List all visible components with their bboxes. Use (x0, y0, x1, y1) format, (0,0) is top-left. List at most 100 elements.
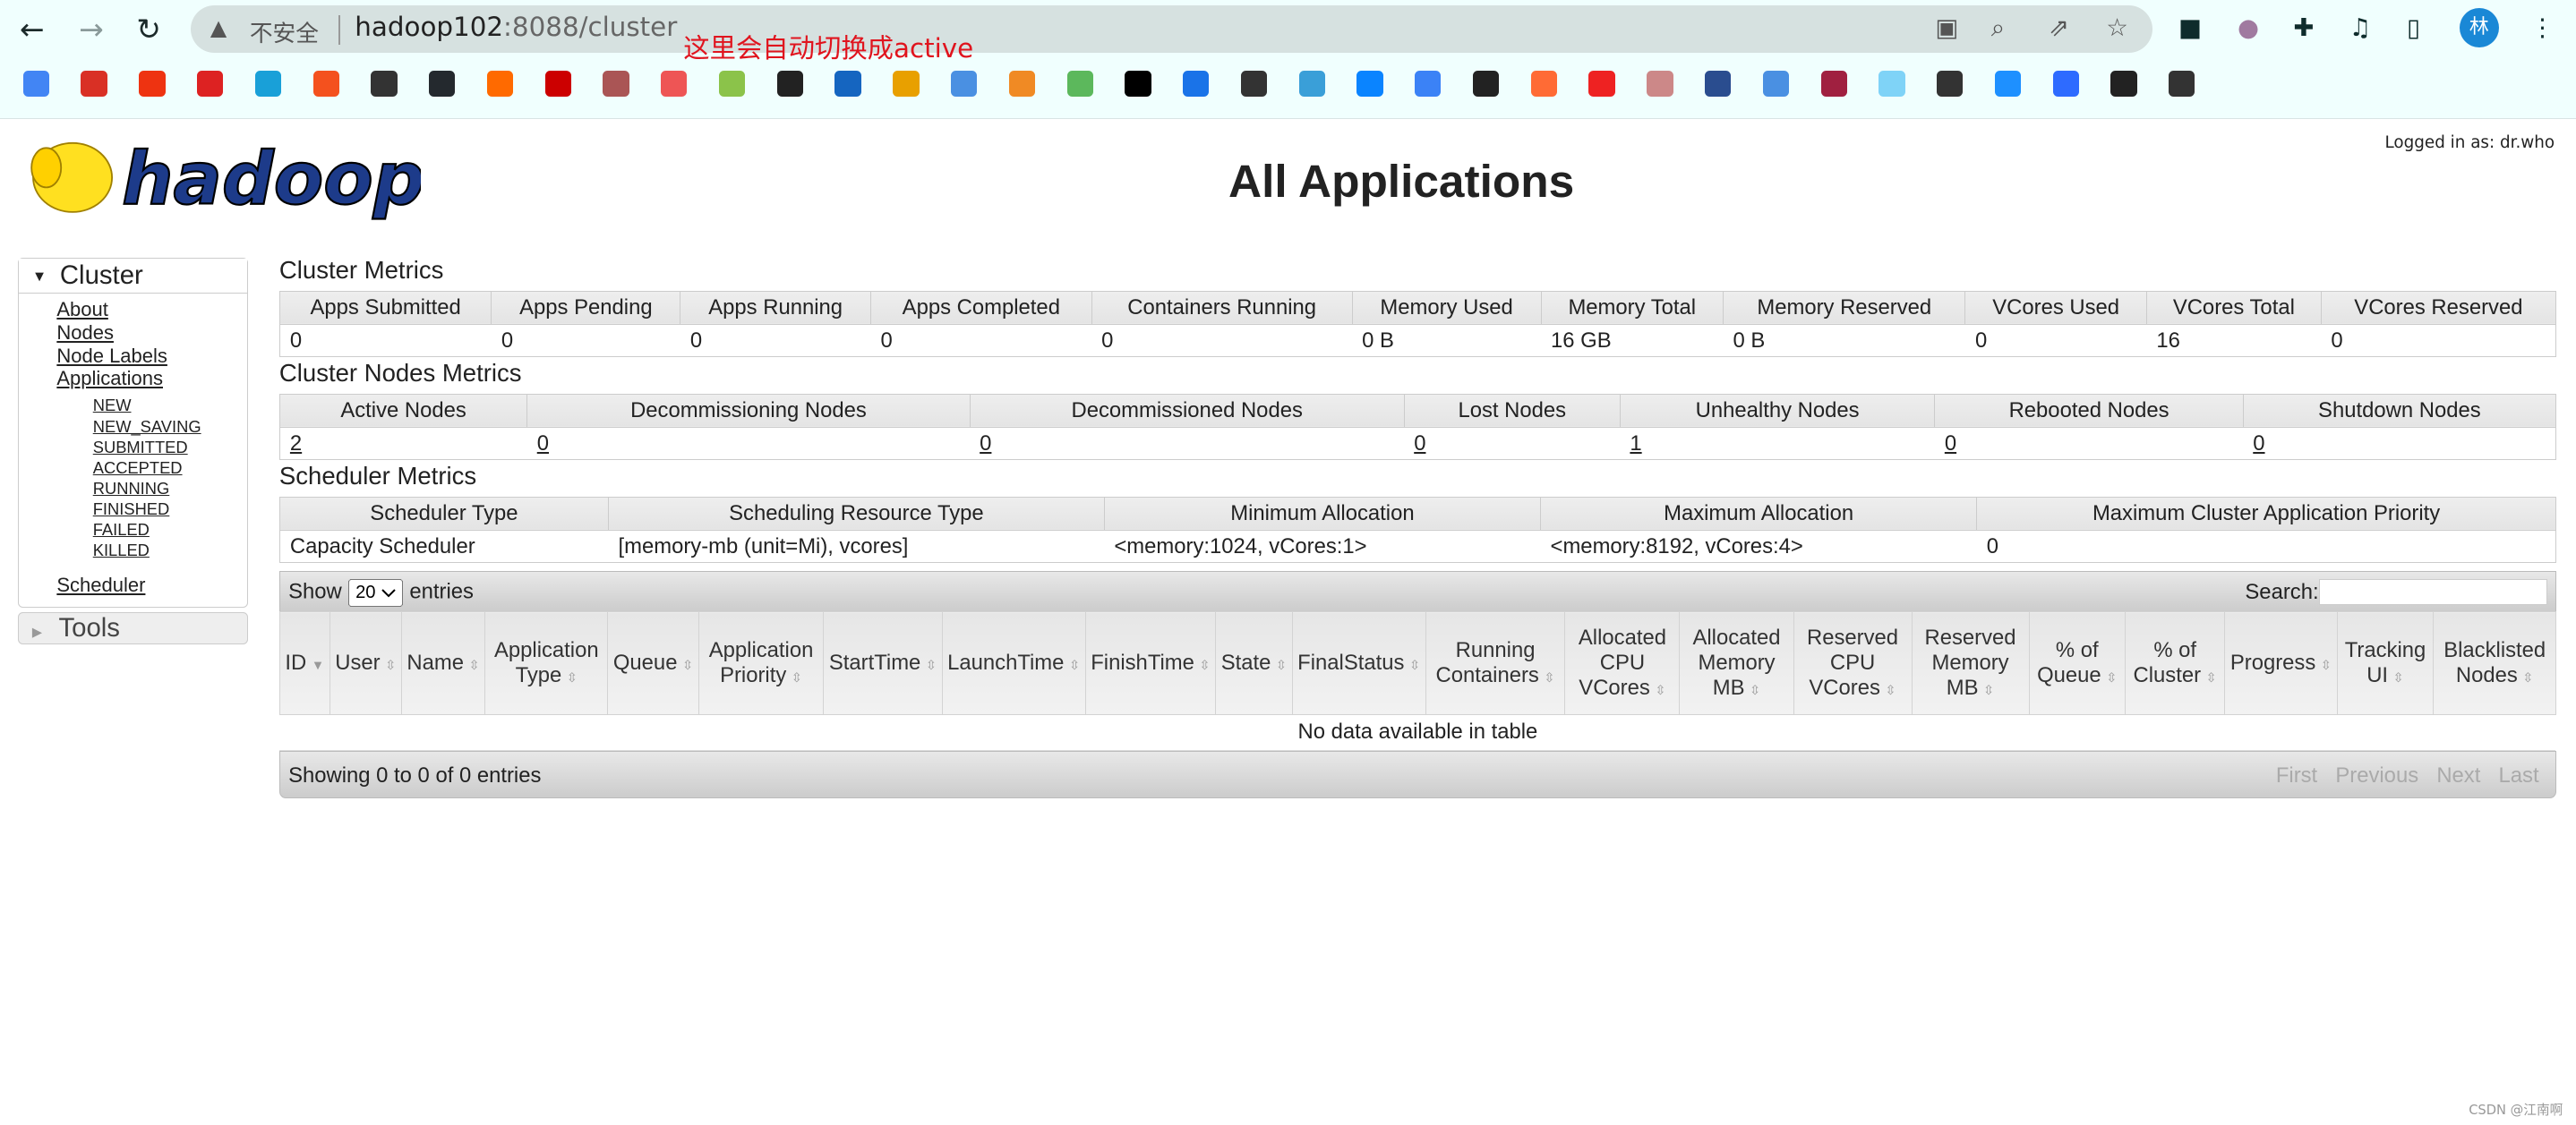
bookmark-icon[interactable] (1008, 70, 1036, 98)
column-header[interactable]: Running Containers ⇳ (1425, 611, 1566, 715)
metric-link[interactable]: 2 (290, 431, 302, 456)
column-header[interactable]: Allocated Memory MB ⇳ (1679, 611, 1794, 715)
bookmark-icon[interactable] (1472, 70, 1500, 98)
column-header[interactable]: ID ▼ (278, 611, 330, 715)
column-header[interactable]: StartTime ⇳ (823, 611, 943, 715)
sidebar-link-scheduler[interactable]: Scheduler (56, 574, 247, 597)
column-header[interactable]: Application Type ⇳ (484, 611, 609, 715)
forward-icon[interactable]: → (79, 12, 104, 47)
app-state-new[interactable]: NEW (93, 395, 247, 415)
bookmark-icon[interactable] (2110, 70, 2137, 98)
column-header[interactable]: FinishTime ⇳ (1084, 611, 1217, 715)
puzzle-icon[interactable]: ✚ (2293, 13, 2314, 42)
bookmark-icon[interactable] (1066, 70, 1093, 98)
bookmark-icon[interactable] (254, 70, 282, 98)
bookmark-icon[interactable] (429, 70, 456, 98)
column-header[interactable]: Name ⇳ (400, 611, 486, 715)
bookmark-icon[interactable] (661, 70, 688, 98)
bookmark-icon[interactable] (834, 70, 861, 98)
share-icon[interactable]: ⇗ (2049, 13, 2069, 42)
bookmark-icon[interactable] (2169, 70, 2195, 98)
bookmark-icon[interactable] (1588, 70, 1615, 98)
bookmark-icon[interactable] (776, 70, 804, 98)
bookmark-icon[interactable] (893, 70, 920, 98)
metric-link[interactable]: 1 (1630, 431, 1641, 456)
pager-first[interactable]: First (2276, 763, 2317, 788)
bookmark-icon[interactable] (2052, 70, 2079, 98)
metric-link[interactable]: 0 (980, 431, 991, 456)
tools-section-toggle[interactable]: ▶ Tools (18, 612, 249, 645)
reload-icon[interactable]: ↻ (136, 12, 161, 47)
sidebar-link-nodes[interactable]: Nodes (56, 321, 247, 345)
pager-next[interactable]: Next (2436, 763, 2480, 788)
metric-link[interactable]: 0 (2253, 431, 2264, 456)
app-state-running[interactable]: RUNNING (93, 478, 247, 499)
sidebar-link-node-labels[interactable]: Node Labels (56, 345, 247, 368)
pager-last[interactable]: Last (2499, 763, 2539, 788)
bookmark-icon[interactable] (1415, 70, 1442, 98)
bookmark-icon[interactable] (718, 70, 746, 98)
bookmark-icon[interactable] (81, 70, 107, 98)
column-header[interactable]: FinalStatus ⇳ (1291, 611, 1426, 715)
url-text[interactable]: hadoop102:8088/cluster (355, 12, 677, 42)
menu-icon[interactable]: ⋮ (2530, 13, 2555, 42)
translate-icon[interactable]: ▣ (1935, 13, 1958, 42)
bookmark-icon[interactable] (1183, 70, 1210, 98)
app-state-submitted[interactable]: SUBMITTED (93, 437, 247, 457)
bookmark-icon[interactable] (1240, 70, 1268, 98)
bookmark-icon[interactable] (22, 70, 50, 98)
metric-link[interactable]: 0 (537, 431, 549, 456)
bookmark-icon[interactable] (1298, 70, 1325, 98)
app-state-finished[interactable]: FINISHED (93, 499, 247, 519)
bookmark-icon[interactable] (1762, 70, 1790, 98)
column-header[interactable]: LaunchTime ⇳ (941, 611, 1086, 715)
app-state-accepted[interactable]: ACCEPTED (93, 457, 247, 478)
sidepanel-icon[interactable]: ▯ (2407, 13, 2420, 42)
column-header[interactable]: Reserved CPU VCores ⇳ (1793, 611, 1913, 715)
bookmark-icon[interactable] (1937, 70, 1964, 98)
bookmark-icon[interactable] (1647, 70, 1673, 98)
bookmark-icon[interactable] (196, 70, 224, 98)
column-header[interactable]: State ⇳ (1215, 611, 1293, 715)
address-bar[interactable]: ▲ 不安全 hadoop102:8088/cluster ▣ ⌕ ⇗ ☆ (190, 4, 2152, 53)
back-icon[interactable]: ← (20, 12, 45, 47)
column-header[interactable]: Progress ⇳ (2224, 611, 2338, 715)
bookmark-icon[interactable] (1530, 70, 1557, 98)
bookmark-icon[interactable] (1125, 70, 1151, 98)
extension-icon[interactable]: ■ (2178, 13, 2202, 42)
bookmark-icon[interactable] (544, 70, 571, 98)
column-header[interactable]: Reserved Memory MB ⇳ (1911, 611, 2030, 715)
bookmark-icon[interactable] (1994, 70, 2022, 98)
star-icon[interactable]: ☆ (2106, 13, 2128, 42)
zoom-icon[interactable]: ⌕ (1991, 13, 2005, 43)
column-header[interactable]: Allocated CPU VCores ⇳ (1564, 611, 1681, 715)
column-header[interactable]: Application Priority ⇳ (697, 611, 825, 715)
profile-avatar[interactable]: 林 (2459, 8, 2499, 48)
app-state-new-saving[interactable]: NEW_SAVING (93, 416, 247, 437)
column-header[interactable]: Queue ⇳ (607, 611, 699, 715)
app-state-failed[interactable]: FAILED (93, 519, 247, 540)
bookmark-icon[interactable] (312, 70, 339, 98)
app-state-killed[interactable]: KILLED (93, 540, 247, 560)
page-size-select[interactable]: 20 (348, 578, 404, 607)
column-header[interactable]: Tracking UI ⇳ (2336, 611, 2435, 715)
bookmark-icon[interactable] (371, 70, 398, 98)
metric-link[interactable]: 0 (1945, 431, 1956, 456)
bookmark-icon[interactable] (486, 70, 514, 98)
sidebar-link-about[interactable]: About (56, 298, 247, 321)
column-header[interactable]: % of Queue ⇳ (2028, 611, 2126, 715)
bookmark-icon[interactable] (1820, 70, 1847, 98)
metric-link[interactable]: 0 (1414, 431, 1425, 456)
bookmark-icon[interactable] (139, 70, 166, 98)
sidebar-link-applications[interactable]: Applications (56, 367, 247, 390)
cluster-section-toggle[interactable]: ▼ Cluster (19, 259, 248, 294)
extension-icon[interactable]: ● (2238, 13, 2259, 42)
bookmark-icon[interactable] (603, 70, 629, 98)
column-header[interactable]: Blacklisted Nodes ⇳ (2433, 611, 2556, 715)
bookmark-icon[interactable] (1356, 70, 1383, 98)
column-header[interactable]: % of Cluster ⇳ (2125, 611, 2226, 715)
search-input[interactable] (2318, 578, 2547, 606)
bookmark-icon[interactable] (1704, 70, 1732, 98)
pager-previous[interactable]: Previous (2335, 763, 2418, 788)
bookmark-icon[interactable] (1879, 70, 1905, 98)
